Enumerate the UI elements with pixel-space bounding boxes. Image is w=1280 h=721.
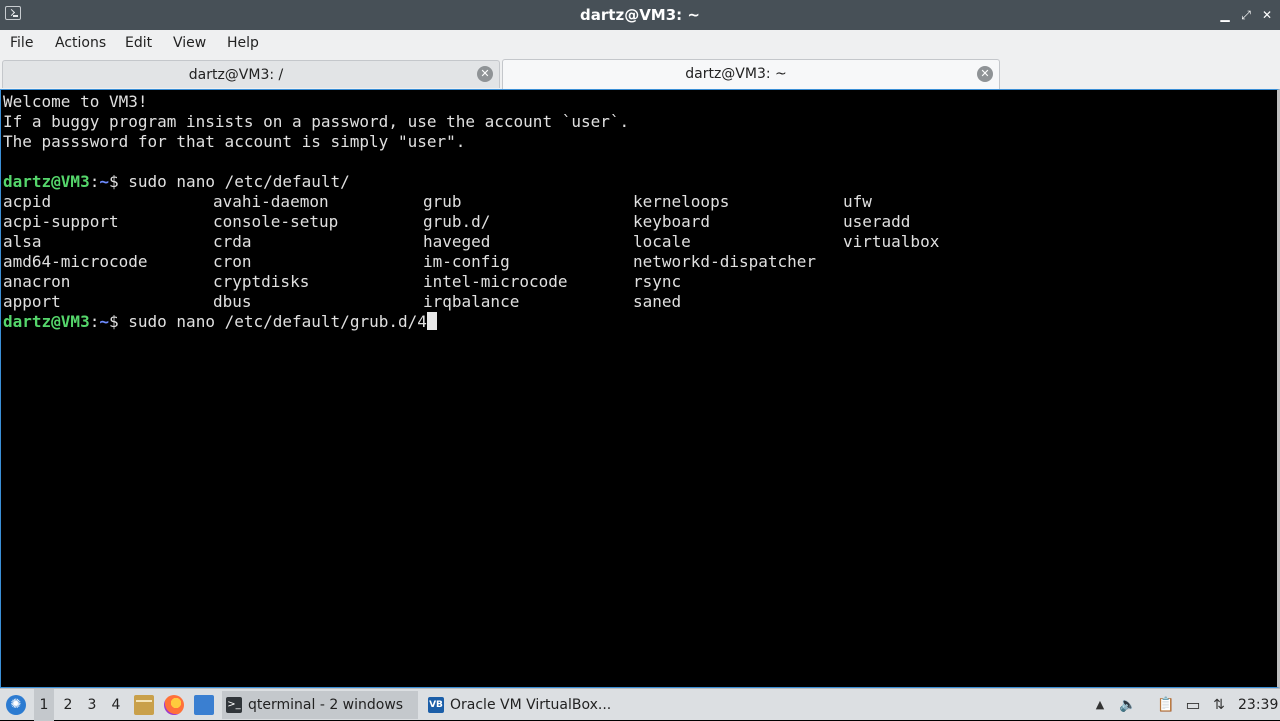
listing-entry: ufw (843, 192, 872, 211)
file-manager-icon[interactable] (134, 695, 154, 715)
listing-entry: amd64-microcode (3, 252, 148, 271)
terminal-prompt-line: dartz@VM3:~$ sudo nano /etc/default/ (3, 172, 350, 192)
menu-help[interactable]: Help (226, 30, 260, 57)
desktop-4[interactable]: 4 (106, 689, 126, 721)
show-desktop-icon[interactable] (194, 695, 214, 715)
start-menu-icon[interactable]: ✺ (6, 695, 26, 715)
listing-entry: grub (423, 192, 462, 211)
prompt-path: ~ (99, 172, 109, 191)
task-label: qterminal - 2 windows (248, 697, 404, 713)
listing-entry: haveged (423, 232, 491, 251)
tab-bar: dartz@VM3: / ✕ dartz@VM3: ~ ✕ (0, 57, 1280, 89)
tab-close-icon[interactable]: ✕ (977, 66, 993, 82)
listing-entry: useradd (843, 212, 911, 231)
prompt-separator: : (89, 312, 100, 331)
listing-entry: apport (3, 292, 61, 311)
minimize-button[interactable]: ▁ (1216, 6, 1234, 24)
terminal-view[interactable]: Welcome to VM3! If a buggy program insis… (0, 89, 1280, 688)
menu-view[interactable]: View (172, 30, 207, 57)
task-virtualbox[interactable]: VB Oracle VM VirtualBox... (424, 691, 624, 719)
prompt-user: dartz@VM3 (3, 172, 90, 191)
desktop-1[interactable]: 1 (34, 689, 54, 721)
window-title: dartz@VM3: ~ (580, 6, 700, 24)
maximize-button[interactable]: ⤢ (1237, 6, 1255, 24)
listing-entry: rsync (633, 272, 682, 291)
listing-entry: cron (213, 252, 252, 271)
listing-entry: dbus (213, 292, 252, 311)
listing-entry: alsa (3, 232, 42, 251)
listing-entry: grub.d/ (423, 212, 491, 231)
listing-entry: acpid (3, 192, 52, 211)
close-window-button[interactable]: ✕ (1258, 6, 1276, 24)
window-titlebar[interactable]: dartz@VM3: ~ ▁ ⤢ ✕ (0, 0, 1280, 30)
listing-entry: networkd-dispatcher (633, 252, 817, 271)
volume-icon[interactable]: 🔈 (1119, 696, 1137, 714)
listing-entry: acpi-support (3, 212, 119, 231)
terminal-line: Welcome to VM3! (3, 92, 148, 111)
task-label: Oracle VM VirtualBox... (450, 697, 612, 713)
tab-label: dartz@VM3: / (188, 67, 284, 83)
network-icon[interactable]: ⇅ (1210, 696, 1228, 714)
listing-entry: crda (213, 232, 252, 251)
terminal-line: If a buggy program insists on a password… (3, 112, 630, 131)
taskbar: ✺ 1 2 3 4 >_ qterminal - 2 windows VB Or… (0, 688, 1280, 721)
prompt-separator: : (89, 172, 100, 191)
terminal-line: The passsword for that account is simply… (3, 132, 466, 151)
terminal-icon: >_ (226, 697, 242, 713)
tab-root[interactable]: dartz@VM3: / ✕ (2, 60, 500, 88)
listing-entry: avahi-daemon (213, 192, 329, 211)
desktop-3[interactable]: 3 (82, 689, 102, 721)
prompt-user: dartz@VM3 (3, 312, 90, 331)
listing-entry: irqbalance (423, 292, 520, 311)
listing-entry: keyboard (633, 212, 711, 231)
monitor-icon[interactable]: ▭ (1184, 696, 1202, 714)
tray-expand-icon[interactable]: ▲ (1091, 696, 1109, 714)
terminal-prompt-line: dartz@VM3:~$ sudo nano /etc/default/grub… (3, 312, 437, 332)
listing-entry: intel-microcode (423, 272, 568, 291)
listing-entry: im-config (423, 252, 510, 271)
command-text: sudo nano /etc/default/ (118, 172, 350, 191)
clipboard-icon[interactable]: 📋 (1157, 696, 1175, 714)
listing-entry: locale (633, 232, 691, 251)
menu-actions[interactable]: Actions (54, 30, 107, 57)
text-cursor (426, 312, 437, 330)
menu-edit[interactable]: Edit (124, 30, 153, 57)
prompt-symbol: $ (108, 172, 119, 191)
clock[interactable]: 23:39 (1238, 689, 1278, 721)
firefox-icon[interactable] (164, 695, 184, 715)
virtualbox-icon: VB (428, 697, 444, 713)
listing-entry: kerneloops (633, 192, 730, 211)
menu-file[interactable]: File (9, 30, 34, 57)
listing-entry: cryptdisks (213, 272, 310, 291)
prompt-symbol: $ (108, 312, 119, 331)
desktop-2[interactable]: 2 (58, 689, 78, 721)
listing-entry: virtualbox (843, 232, 940, 251)
listing-entry: saned (633, 292, 682, 311)
menu-bar: File Actions Edit View Help (0, 30, 1280, 57)
listing-entry: console-setup (213, 212, 339, 231)
command-input[interactable]: sudo nano /etc/default/grub.d/4 (119, 312, 427, 331)
tab-home[interactable]: dartz@VM3: ~ ✕ (502, 59, 1000, 89)
tab-label: dartz@VM3: ~ (685, 66, 787, 82)
task-qterminal[interactable]: >_ qterminal - 2 windows (222, 691, 418, 719)
tab-close-icon[interactable]: ✕ (477, 66, 493, 82)
listing-entry: anacron (3, 272, 71, 291)
prompt-path: ~ (99, 312, 109, 331)
